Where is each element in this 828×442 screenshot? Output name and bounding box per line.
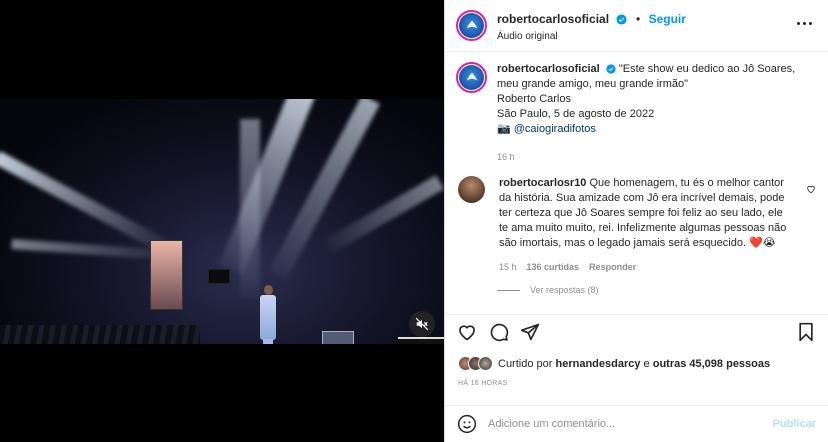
likes-summary: Curtido por hernandesdarcy e outras 45,0… <box>458 356 770 371</box>
liker-username[interactable]: hernandesdarcy <box>555 358 640 370</box>
audience <box>0 325 200 344</box>
audio-label[interactable]: Áudio original <box>497 31 686 42</box>
bookmark-icon[interactable] <box>796 322 816 342</box>
caption-time[interactable]: 16 h <box>497 150 797 165</box>
liker-avatar[interactable] <box>478 356 493 371</box>
verified-badge-icon <box>616 13 628 25</box>
comment-heart-icon[interactable] <box>806 184 816 194</box>
mute-button[interactable] <box>409 311 435 337</box>
caption-username[interactable]: robertocarlosoficial <box>497 63 600 75</box>
caption: robertocarlosoficial "Este show eu dedic… <box>456 62 816 165</box>
camera-emoji: 📷 <box>497 123 511 135</box>
rc-logo-icon <box>466 20 477 28</box>
likes-prefix: Curtido por <box>498 357 553 370</box>
author-avatar[interactable] <box>456 10 487 41</box>
stage-screen <box>150 240 183 310</box>
mute-icon <box>415 317 429 331</box>
post-header: robertocarlosoficial • Seguir Áudio orig… <box>445 0 828 52</box>
commenter-avatar[interactable] <box>458 176 485 203</box>
share-icon[interactable] <box>520 322 540 342</box>
comment-emojis: ❤️😭 <box>749 237 776 249</box>
comment-input[interactable] <box>488 418 748 430</box>
caption-place-date: São Paulo, 5 de agosto de 2022 <box>497 108 655 120</box>
commenter-username[interactable]: robertocarlosr10 <box>499 177 586 189</box>
separator-dot: • <box>635 11 641 26</box>
comment-icon[interactable] <box>489 322 509 342</box>
comment-likes[interactable]: 136 curtidas <box>527 260 580 275</box>
emoji-icon[interactable] <box>457 414 477 434</box>
rc-logo-icon <box>466 72 477 80</box>
concert-video[interactable] <box>0 99 444 344</box>
light-beam <box>0 151 168 253</box>
heart-icon[interactable] <box>457 322 477 342</box>
author-username[interactable]: robertocarlosoficial <box>497 12 609 26</box>
photographer-mention[interactable]: @caiogiradifotos <box>514 123 596 135</box>
likes-middle: e <box>643 357 650 370</box>
lectern <box>322 331 354 344</box>
action-bar <box>456 322 816 348</box>
view-replies-button[interactable]: Ver respostas (8) <box>497 285 599 295</box>
likes-others[interactable]: outras 45,098 pessoas <box>653 358 770 370</box>
comments-section: robertocarlosoficial "Este show eu dedic… <box>445 52 828 315</box>
stage-monitor <box>208 269 230 284</box>
comment-time[interactable]: 15 h <box>499 260 517 275</box>
publish-button[interactable]: Publicar <box>773 418 816 430</box>
more-options-icon[interactable] <box>797 22 812 25</box>
view-replies-label: Ver respostas (8) <box>530 285 599 295</box>
verified-badge-icon <box>606 64 616 74</box>
post-timestamp[interactable]: HÁ 16 HORAS <box>458 380 508 387</box>
follow-button[interactable]: Seguir <box>649 12 686 26</box>
add-comment-bar: Publicar <box>445 405 828 442</box>
reply-button[interactable]: Responder <box>589 260 636 275</box>
performer <box>258 285 278 344</box>
caption-author: Roberto Carlos <box>497 93 571 105</box>
caption-avatar[interactable] <box>456 62 487 93</box>
piano <box>398 337 444 344</box>
light-beam <box>323 175 444 254</box>
media-pane <box>0 0 444 442</box>
post-sidebar: robertocarlosoficial • Seguir Áudio orig… <box>444 0 828 442</box>
light-beam <box>240 119 260 299</box>
comment-item: robertocarlosr10 Que homenagem, tu és o … <box>456 176 816 275</box>
